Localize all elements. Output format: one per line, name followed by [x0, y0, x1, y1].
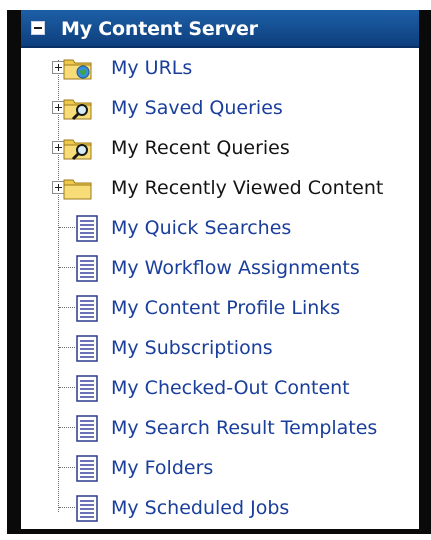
tree-item-my-search-result-templates[interactable]: My Search Result Templates: [21, 408, 419, 448]
tree-item-label[interactable]: My Search Result Templates: [111, 415, 377, 441]
tree-item-my-saved-queries[interactable]: My Saved Queries: [21, 88, 419, 128]
tree-item-label[interactable]: My Checked-Out Content: [111, 375, 350, 401]
tree-item-my-workflow-assignments[interactable]: My Workflow Assignments: [21, 248, 419, 288]
collapse-icon[interactable]: [31, 21, 45, 35]
tree-item-label[interactable]: My Quick Searches: [111, 215, 291, 241]
tree-item-my-quick-searches[interactable]: My Quick Searches: [21, 208, 419, 248]
document-icon: [76, 215, 98, 242]
folder-icon: [63, 179, 92, 200]
content-server-panel: My Content Server My URLs My Saved Queri: [0, 0, 431, 540]
tree-connector: [59, 427, 75, 428]
document-icon: [76, 495, 98, 522]
tree-item-label[interactable]: My Saved Queries: [111, 95, 283, 121]
tree-connector: [59, 387, 75, 388]
tree-item-my-subscriptions[interactable]: My Subscriptions: [21, 328, 419, 368]
tree-connector: [59, 507, 75, 508]
tree-item-label[interactable]: My Folders: [111, 455, 213, 481]
tree-item-label[interactable]: My URLs: [111, 55, 192, 81]
panel-left-border: [7, 10, 21, 534]
document-icon: [76, 255, 98, 282]
panel-bottom-border: [7, 529, 431, 534]
panel-title[interactable]: My Content Server: [61, 16, 258, 42]
tree-connector: [59, 347, 75, 348]
panel-header: My Content Server: [21, 10, 419, 48]
tree-item-label[interactable]: My Workflow Assignments: [111, 255, 360, 281]
folder-search-icon: [63, 139, 92, 161]
tree-item-my-recent-queries[interactable]: My Recent Queries: [21, 128, 419, 168]
tree-connector: [59, 227, 75, 228]
tree-item-my-scheduled-jobs[interactable]: My Scheduled Jobs: [21, 488, 419, 528]
tree-item-label[interactable]: My Recent Queries: [111, 135, 290, 161]
tree-item-label[interactable]: My Recently Viewed Content: [111, 175, 383, 201]
tree-item-my-folders[interactable]: My Folders: [21, 448, 419, 488]
content-tree: My URLs My Saved Queries My Recent Queri…: [21, 48, 419, 529]
tree-item-my-content-profile-links[interactable]: My Content Profile Links: [21, 288, 419, 328]
document-icon: [76, 335, 98, 362]
tree-item-label[interactable]: My Content Profile Links: [111, 295, 340, 321]
document-icon: [76, 455, 98, 482]
panel-right-border: [419, 10, 431, 534]
tree-item-label[interactable]: My Scheduled Jobs: [111, 495, 289, 521]
folder-search-icon: [63, 99, 92, 121]
tree-item-label[interactable]: My Subscriptions: [111, 335, 273, 361]
folder-globe-icon: [63, 59, 92, 80]
tree-item-my-urls[interactable]: My URLs: [21, 48, 419, 88]
tree-item-my-recently-viewed-content[interactable]: My Recently Viewed Content: [21, 168, 419, 208]
tree-item-my-checked-out-content[interactable]: My Checked-Out Content: [21, 368, 419, 408]
tree-connector: [59, 307, 75, 308]
tree-connector: [59, 467, 75, 468]
tree-connector: [59, 267, 75, 268]
document-icon: [76, 375, 98, 402]
document-icon: [76, 295, 98, 322]
document-icon: [76, 415, 98, 442]
